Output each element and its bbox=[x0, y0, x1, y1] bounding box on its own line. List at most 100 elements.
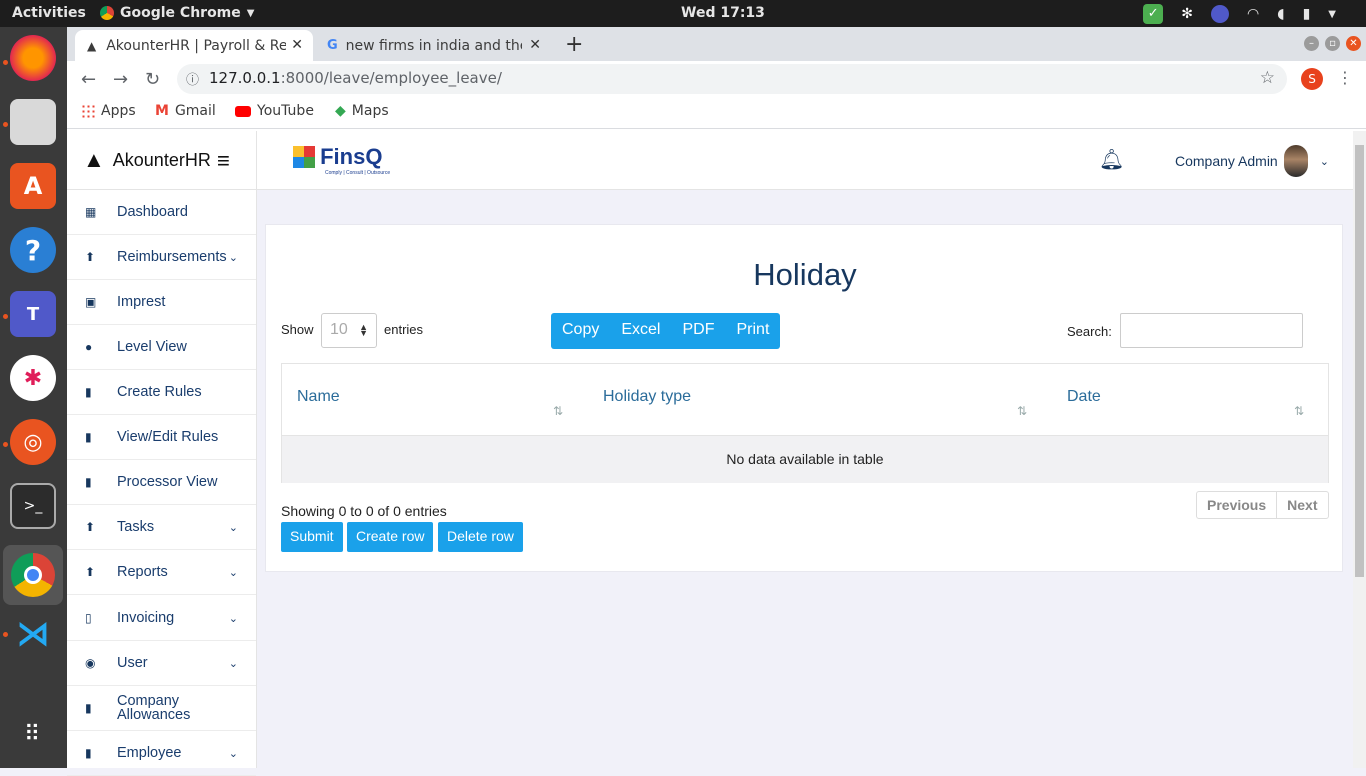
ubuntu-icon[interactable]: ◎ bbox=[10, 419, 56, 465]
activities-button[interactable]: Activities bbox=[12, 5, 86, 21]
sidebar-item-processor-view[interactable]: ▮ Processor View bbox=[67, 460, 256, 505]
user-menu[interactable]: Company Admin ⌄ bbox=[1175, 145, 1329, 177]
vscode-icon[interactable]: ⋊ bbox=[10, 611, 56, 657]
sidebar-item-reports[interactable]: ⬆ Reports ⌄ bbox=[67, 550, 256, 595]
clock[interactable]: Wed 17:13 bbox=[681, 5, 765, 21]
profile-avatar[interactable]: S bbox=[1301, 68, 1323, 90]
book-icon: ▮ bbox=[85, 475, 92, 489]
tab-akounterhr[interactable]: ▲ AkounterHR | Payroll & Re ✕ bbox=[75, 30, 313, 61]
info-icon[interactable]: ⓘ bbox=[186, 69, 199, 88]
money-icon: ▣ bbox=[85, 295, 97, 309]
user-circle-icon: ◉ bbox=[85, 656, 96, 670]
sidebar-item-label: Company Allowances bbox=[117, 693, 191, 723]
forward-icon[interactable]: → bbox=[113, 69, 128, 90]
apps-grid-icon bbox=[81, 104, 95, 118]
sort-icon[interactable]: ⇅ bbox=[1294, 404, 1304, 418]
finsq-logo[interactable]: FinsQ Comply | Consult | Outsource bbox=[293, 144, 390, 176]
battery-icon[interactable]: ▮ bbox=[1303, 6, 1311, 22]
bookmark-youtube[interactable]: YouTube bbox=[235, 103, 314, 119]
web-page: ▲ AkounterHR ≡ ▦ Dashboard ⬆ Reimbursements… bbox=[67, 131, 1353, 776]
close-tab-icon[interactable]: ✕ bbox=[529, 37, 541, 53]
teams-icon[interactable]: T bbox=[10, 291, 56, 337]
chrome-small-icon bbox=[100, 6, 114, 20]
search-input[interactable] bbox=[1120, 313, 1303, 348]
back-icon[interactable]: ← bbox=[81, 69, 96, 90]
running-indicator bbox=[3, 122, 8, 127]
tab-search[interactable]: G new firms in india and the ✕ bbox=[315, 30, 551, 61]
bell-icon[interactable]: 🔔︎ bbox=[1099, 147, 1124, 171]
dock: A ? T ✱ ◎ >_ ⋊ ⠿ bbox=[0, 27, 67, 768]
sidebar-item-employee[interactable]: ▮ Employee ⌄ bbox=[67, 731, 256, 776]
close-tab-icon[interactable]: ✕ bbox=[291, 37, 303, 53]
sidebar-item-user[interactable]: ◉ User ⌄ bbox=[67, 641, 256, 686]
submit-button[interactable]: Submit bbox=[281, 522, 343, 552]
upload-icon: ⬆ bbox=[85, 250, 96, 264]
chevron-down-icon: ⌄ bbox=[1319, 155, 1329, 168]
help-icon[interactable]: ? bbox=[10, 227, 56, 273]
close-window-icon[interactable]: ✕ bbox=[1346, 36, 1361, 51]
column-header-date[interactable]: Date bbox=[1067, 388, 1101, 406]
slack-icon[interactable]: ✱ bbox=[10, 355, 56, 401]
wifi-icon[interactable]: ◠ bbox=[1247, 6, 1259, 22]
new-tab-icon[interactable]: + bbox=[565, 32, 583, 57]
bookmark-gmail[interactable]: M Gmail bbox=[155, 103, 216, 119]
address-bar[interactable]: ⓘ 127.0.0.1:8000/leave/employee_leave/ ☆ bbox=[177, 64, 1287, 94]
file-icon: ▯ bbox=[85, 611, 92, 625]
previous-button[interactable]: Previous bbox=[1197, 492, 1276, 518]
os-top-bar: Activities Google Chrome ▼ Wed 17:13 ✓ ✻… bbox=[0, 0, 1366, 27]
chevron-down-icon[interactable]: ▼ bbox=[1328, 9, 1336, 20]
menu-kebab-icon[interactable]: ⋮ bbox=[1337, 68, 1353, 87]
excel-button[interactable]: Excel bbox=[610, 313, 671, 349]
column-header-name[interactable]: Name bbox=[297, 388, 340, 406]
slack-tray-icon[interactable]: ✻ bbox=[1181, 6, 1193, 22]
sidebar-item-create-rules[interactable]: ▮ Create Rules bbox=[67, 370, 256, 415]
print-button[interactable]: Print bbox=[725, 313, 780, 349]
files-icon[interactable] bbox=[10, 99, 56, 145]
show-label: Show bbox=[281, 322, 314, 337]
chevron-down-icon: ⌄ bbox=[228, 521, 238, 534]
pdf-button[interactable]: PDF bbox=[671, 313, 725, 349]
show-apps-icon[interactable]: ⠿ bbox=[10, 711, 56, 757]
page-header: FinsQ Comply | Consult | Outsource 🔔︎ Co… bbox=[257, 131, 1353, 190]
sidebar-item-label: Imprest bbox=[117, 294, 166, 310]
minimize-icon[interactable]: – bbox=[1304, 36, 1319, 51]
bookmark-maps[interactable]: ◆ Maps bbox=[335, 103, 389, 119]
sidebar-item-level-view[interactable]: ● Level View bbox=[67, 325, 256, 370]
volume-icon[interactable]: ◖ bbox=[1277, 6, 1284, 22]
page-size-select[interactable]: 10 ▲ ▼ bbox=[321, 313, 377, 348]
sidebar-item-reimbursements[interactable]: ⬆ Reimbursements ⌄ bbox=[67, 235, 256, 280]
app-menu[interactable]: Google Chrome ▼ bbox=[100, 5, 254, 21]
bookmark-apps[interactable]: Apps bbox=[81, 103, 136, 119]
sidebar-item-view-edit-rules[interactable]: ▮ View/Edit Rules bbox=[67, 415, 256, 460]
maximize-icon[interactable]: ▫ bbox=[1325, 36, 1340, 51]
chrome-dock-active[interactable] bbox=[3, 545, 63, 605]
software-center-icon[interactable]: A bbox=[10, 163, 56, 209]
book-icon: ▮ bbox=[85, 430, 92, 444]
sidebar-item-dashboard[interactable]: ▦ Dashboard bbox=[67, 190, 256, 235]
check-shield-icon[interactable]: ✓ bbox=[1143, 4, 1164, 24]
sort-icon[interactable]: ⇅ bbox=[553, 404, 563, 418]
dashboard-icon: ▦ bbox=[85, 205, 97, 219]
copy-button[interactable]: Copy bbox=[551, 313, 610, 349]
sidebar-item-tasks[interactable]: ⬆ Tasks ⌄ bbox=[67, 505, 256, 550]
create-row-button[interactable]: Create row bbox=[347, 522, 434, 552]
sidebar-item-company-allowances[interactable]: ▮ Company Allowances bbox=[67, 686, 256, 731]
delete-row-button[interactable]: Delete row bbox=[438, 522, 523, 552]
chevron-down-icon: ▼ bbox=[246, 7, 255, 19]
terminal-icon[interactable]: >_ bbox=[10, 483, 56, 529]
sidebar-item-imprest[interactable]: ▣ Imprest bbox=[67, 280, 256, 325]
sidebar-item-invoicing[interactable]: ▯ Invoicing ⌄ bbox=[67, 596, 256, 641]
bookmark-star-icon[interactable]: ☆ bbox=[1260, 68, 1275, 88]
column-header-holiday-type[interactable]: Holiday type bbox=[603, 388, 691, 406]
hamburger-icon[interactable]: ≡ bbox=[217, 148, 230, 174]
reload-icon[interactable]: ↻ bbox=[145, 69, 160, 90]
next-button[interactable]: Next bbox=[1276, 492, 1327, 518]
page-scrollbar[interactable] bbox=[1353, 131, 1366, 768]
sort-icon[interactable]: ⇅ bbox=[1017, 404, 1027, 418]
bookmark-label: Gmail bbox=[174, 103, 216, 119]
scrollbar-thumb[interactable] bbox=[1355, 145, 1364, 577]
firefox-icon[interactable] bbox=[10, 35, 56, 81]
brand[interactable]: ▲ AkounterHR ≡ bbox=[67, 131, 257, 190]
teams-tray-icon[interactable] bbox=[1210, 5, 1229, 23]
system-tray[interactable]: ✓ ✻ ◠ ◖ ▮ ▼ bbox=[1143, 4, 1336, 24]
